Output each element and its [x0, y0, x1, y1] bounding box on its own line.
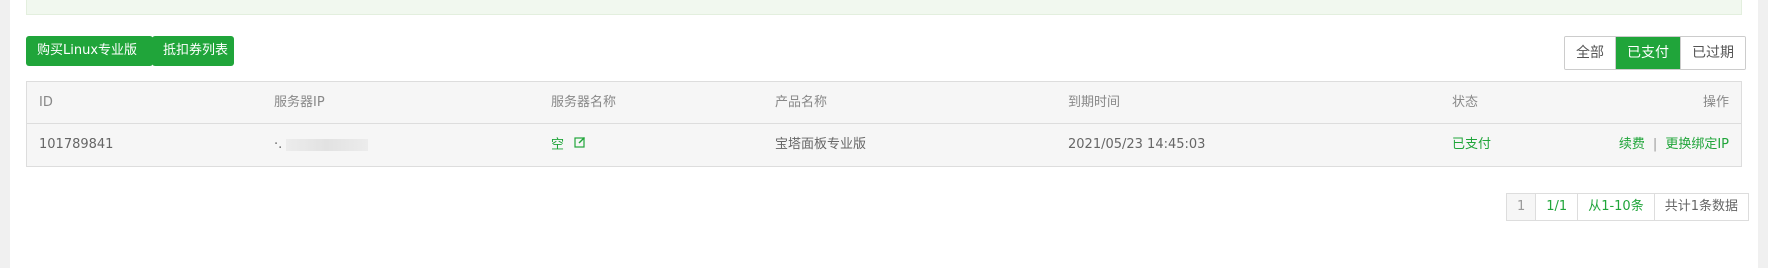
table-header: ID 服务器IP 服务器名称 产品名称 到期时间 状态 操作	[27, 82, 1741, 124]
page-range[interactable]: 从1-10条	[1578, 194, 1655, 220]
notice-bar	[26, 0, 1742, 15]
edit-icon[interactable]	[574, 124, 586, 166]
buy-linux-pro-button[interactable]: 购买Linux专业版	[26, 36, 153, 66]
row-expire: 2021/05/23 14:45:03	[1068, 137, 1206, 152]
table-row: 101789841 ·. 空 宝塔面板专业版 2021/05/23 14:45:…	[27, 124, 1741, 166]
row-actions: 续费 | 更换绑定IP	[1619, 124, 1729, 166]
main-panel: 购买Linux专业版 抵扣券列表 全部 已支付 已过期 ID 服务器IP 服务器…	[10, 0, 1758, 268]
header-server-name: 服务器名称	[551, 95, 617, 110]
row-ip: ·.	[274, 124, 369, 166]
orders-table: ID 服务器IP 服务器名称 产品名称 到期时间 状态 操作 101789841…	[26, 81, 1742, 167]
renew-link[interactable]: 续费	[1619, 137, 1645, 152]
server-name-value[interactable]: 空	[551, 138, 564, 153]
filter-expired[interactable]: 已过期	[1681, 37, 1745, 69]
page-total: 共计1条数据	[1654, 194, 1748, 220]
page-current: 1	[1507, 194, 1537, 220]
header-status: 状态	[1452, 95, 1479, 110]
filter-all[interactable]: 全部	[1565, 37, 1616, 69]
status-filter: 全部 已支付 已过期	[1564, 36, 1746, 70]
filter-paid[interactable]: 已支付	[1616, 37, 1681, 69]
header-ip: 服务器IP	[274, 95, 325, 110]
header-actions: 操作	[1702, 95, 1729, 110]
action-separator: |	[1652, 137, 1658, 152]
row-product: 宝塔面板专业版	[775, 137, 867, 152]
pagination: 1 1/1 从1-10条 共计1条数据	[1506, 193, 1749, 221]
header-id: ID	[39, 95, 53, 110]
header-expire: 到期时间	[1068, 95, 1121, 110]
ip-redacted	[286, 138, 369, 151]
coupon-list-button[interactable]: 抵扣券列表	[152, 36, 234, 66]
status-badge: 已支付	[1452, 137, 1492, 152]
ip-prefix: ·.	[274, 137, 283, 152]
header-product: 产品名称	[775, 95, 828, 110]
page-count[interactable]: 1/1	[1536, 194, 1579, 220]
row-id: 101789841	[39, 137, 114, 152]
rebind-ip-link[interactable]: 更换绑定IP	[1665, 137, 1729, 152]
row-server-name[interactable]: 空	[551, 124, 586, 166]
